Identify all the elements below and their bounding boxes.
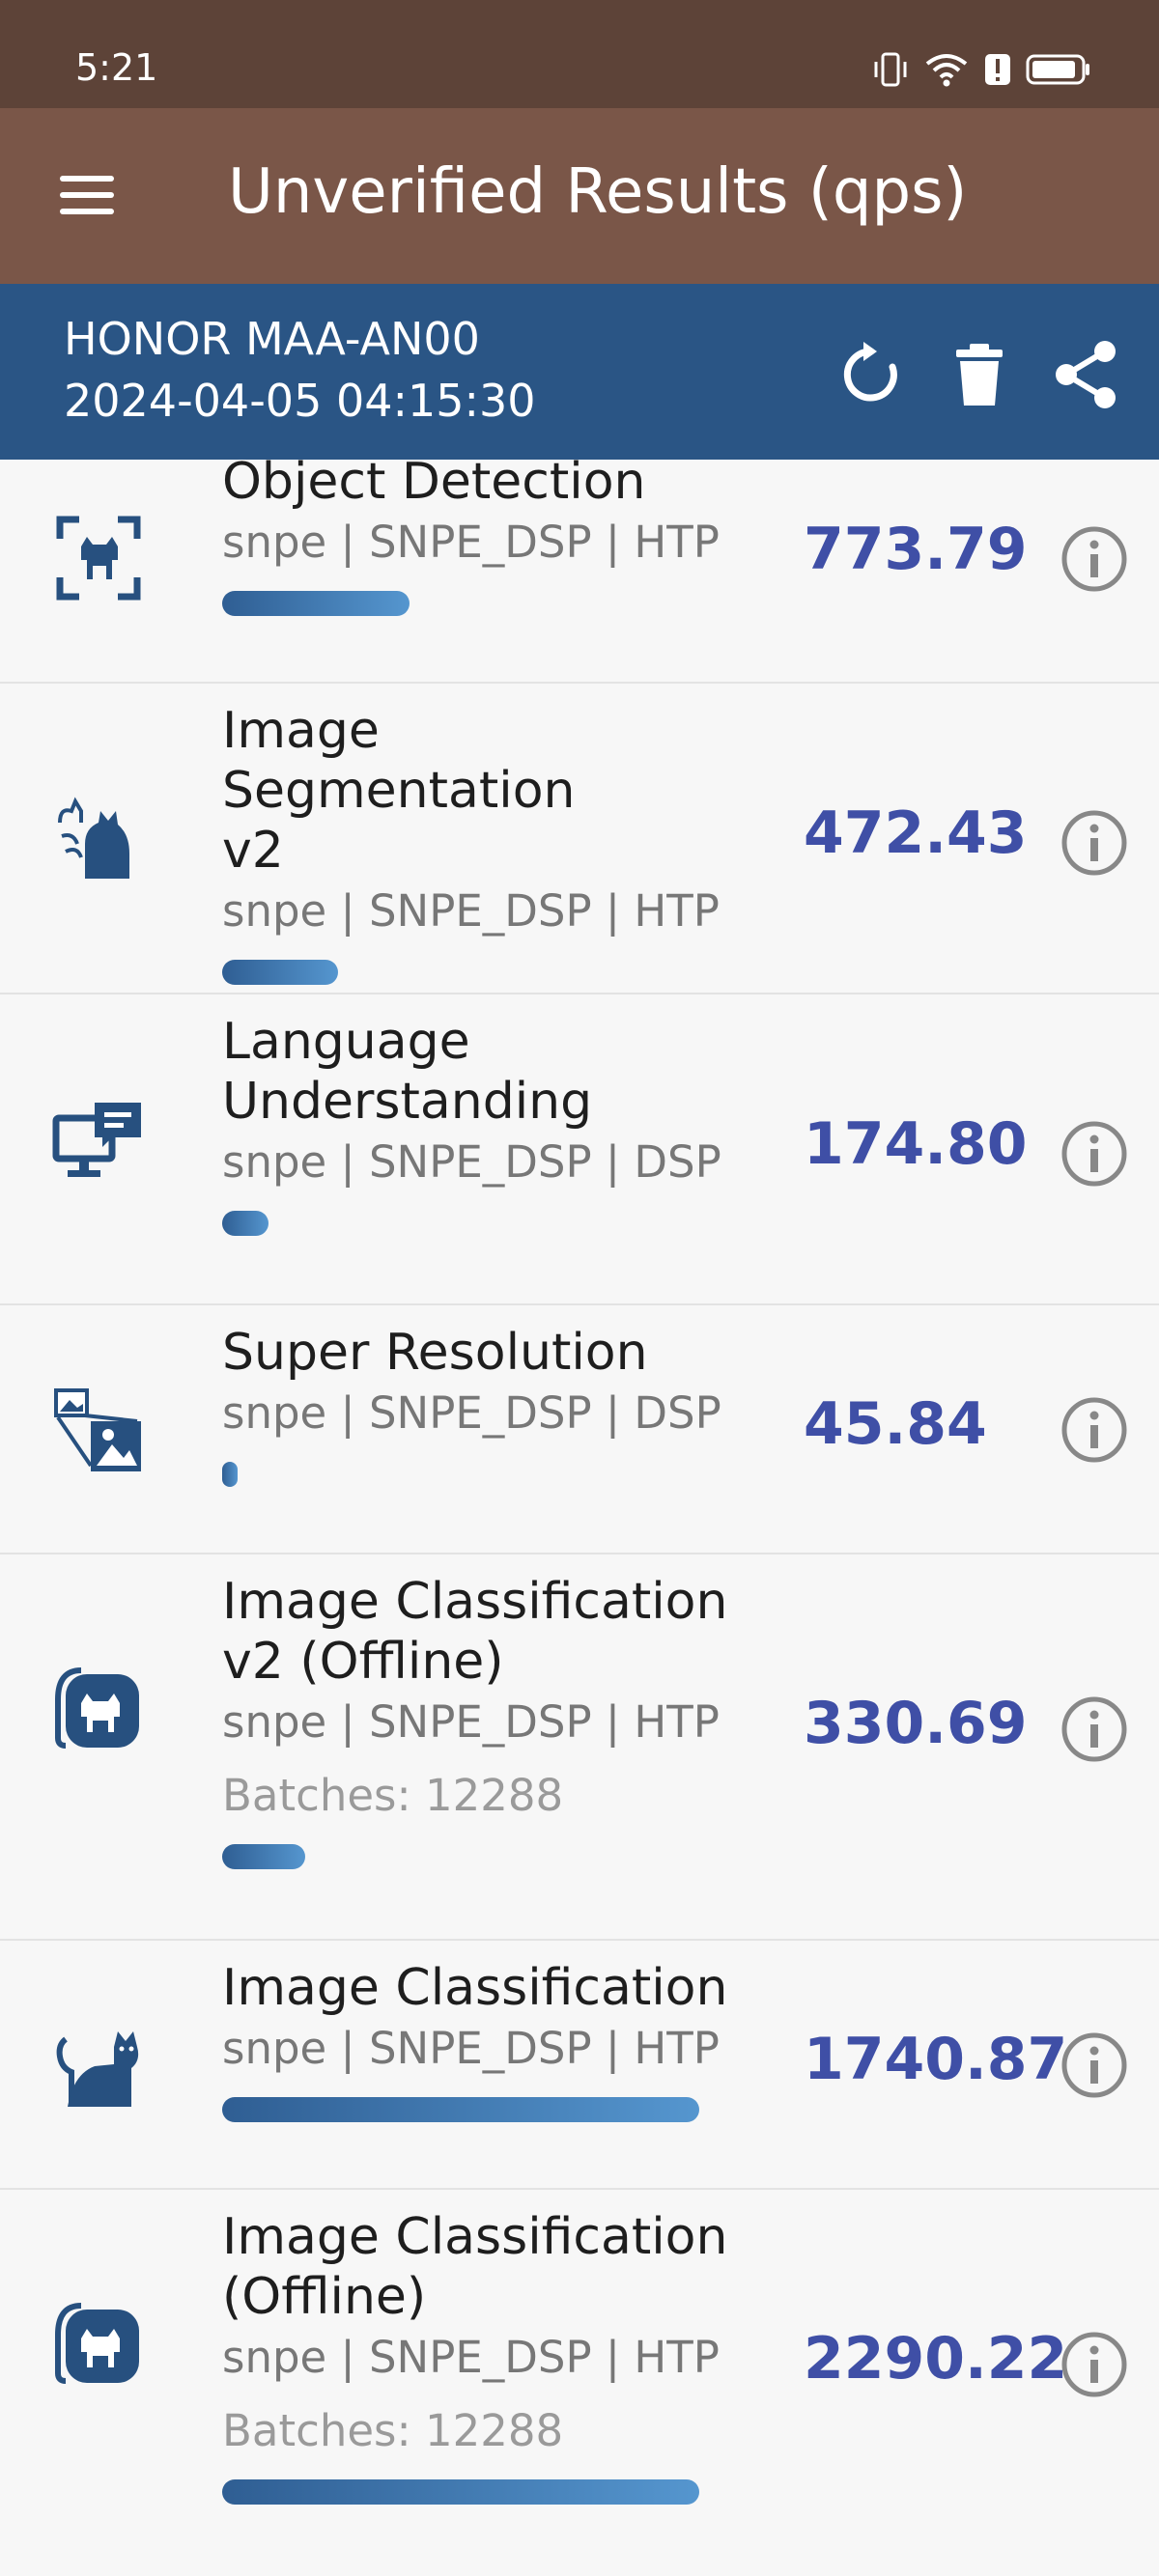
score-bar xyxy=(222,1462,238,1487)
result-row-image-classification-offline[interactable]: Image Classification (Offline) snpe | SNP… xyxy=(0,2190,1159,2576)
alert-icon xyxy=(985,54,1010,85)
language-understanding-icon xyxy=(52,1103,141,1177)
status-icons xyxy=(871,46,1091,93)
info-icon[interactable] xyxy=(1060,2031,1128,2099)
result-backend: snpe | SNPE_DSP | DSP xyxy=(222,1387,721,1439)
info-icon[interactable] xyxy=(1060,525,1128,593)
result-backend: snpe | SNPE_DSP | DSP xyxy=(222,1136,721,1188)
result-score: 472.43 xyxy=(804,799,1028,867)
result-row-language-understanding[interactable]: Language Understanding snpe | SNPE_DSP | … xyxy=(0,994,1159,1305)
wifi-icon xyxy=(925,54,968,87)
image-classification-offline-icon xyxy=(55,2303,139,2384)
score-bar xyxy=(222,1211,269,1236)
result-backend: snpe | SNPE_DSP | HTP xyxy=(222,885,720,937)
info-icon[interactable] xyxy=(1060,809,1128,877)
results-list[interactable]: Object Detection snpe | SNPE_DSP | HTP 7… xyxy=(0,453,1159,2576)
battery-icon xyxy=(1026,54,1089,85)
result-batches: Batches: 12288 xyxy=(222,1770,564,1821)
result-name: Super Resolution xyxy=(222,1324,648,1382)
result-backend: snpe | SNPE_DSP | HTP xyxy=(222,1696,720,1748)
result-row-image-segmentation[interactable]: Image Segmentation v2 snpe | SNPE_DSP | H… xyxy=(0,684,1159,994)
result-backend: snpe | SNPE_DSP | HTP xyxy=(222,2023,720,2074)
score-bar xyxy=(222,1844,305,1869)
result-score: 2290.22 xyxy=(804,2325,1068,2393)
refresh-icon[interactable] xyxy=(834,338,908,411)
result-batches: Batches: 12288 xyxy=(222,2405,564,2456)
info-icon[interactable] xyxy=(1060,1396,1128,1464)
menu-icon[interactable] xyxy=(56,172,118,218)
result-backend: snpe | SNPE_DSP | HTP xyxy=(222,517,720,568)
vibrate-icon xyxy=(874,52,907,87)
result-name: Image Classification (Offline) xyxy=(222,2208,728,2326)
info-icon[interactable] xyxy=(1060,1695,1128,1763)
result-name: Image Classification v2 (Offline) xyxy=(222,1573,728,1691)
delete-icon[interactable] xyxy=(943,338,1016,411)
result-score: 773.79 xyxy=(804,516,1028,583)
image-segmentation-icon xyxy=(58,797,129,879)
object-detection-icon xyxy=(56,516,141,601)
share-icon[interactable] xyxy=(1049,338,1122,411)
image-classification-offline-icon xyxy=(55,1667,139,1749)
score-bar xyxy=(222,2479,699,2505)
result-backend: snpe | SNPE_DSP | HTP xyxy=(222,2332,720,2383)
result-name: Image Classification xyxy=(222,1959,728,2017)
page-title: Unverified Results (qps) xyxy=(228,156,968,228)
score-bar xyxy=(222,960,338,985)
image-classification-icon xyxy=(56,2031,139,2107)
result-name: Language Understanding xyxy=(222,1013,593,1131)
super-resolution-icon xyxy=(54,1388,141,1471)
result-score: 174.80 xyxy=(804,1110,1028,1178)
score-bar xyxy=(222,591,410,616)
info-icon[interactable] xyxy=(1060,1120,1128,1188)
result-timestamp: 2024-04-05 04:15:30 xyxy=(64,375,536,427)
info-icon[interactable] xyxy=(1060,2331,1128,2398)
status-time: 5:21 xyxy=(75,46,158,89)
app-bar: Unverified Results (qps) xyxy=(0,108,1159,284)
result-row-object-detection[interactable]: Object Detection snpe | SNPE_DSP | HTP 7… xyxy=(0,453,1159,684)
result-score: 1740.87 xyxy=(804,2026,1068,2093)
result-score: 45.84 xyxy=(804,1390,987,1458)
score-bar xyxy=(222,2097,699,2122)
device-name: HONOR MAA-AN00 xyxy=(64,313,480,365)
device-info-bar: HONOR MAA-AN00 2024-04-05 04:15:30 xyxy=(0,284,1159,460)
result-row-image-classification[interactable]: Image Classification snpe | SNPE_DSP | H… xyxy=(0,1941,1159,2190)
result-row-super-resolution[interactable]: Super Resolution snpe | SNPE_DSP | DSP 4… xyxy=(0,1305,1159,1554)
result-name: Object Detection xyxy=(222,453,646,511)
result-name: Image Segmentation v2 xyxy=(222,702,576,880)
status-bar: 5:21 xyxy=(0,0,1159,108)
result-score: 330.69 xyxy=(804,1690,1028,1757)
result-row-image-classification-v2-offline[interactable]: Image Classification v2 (Offline) snpe | … xyxy=(0,1554,1159,1941)
